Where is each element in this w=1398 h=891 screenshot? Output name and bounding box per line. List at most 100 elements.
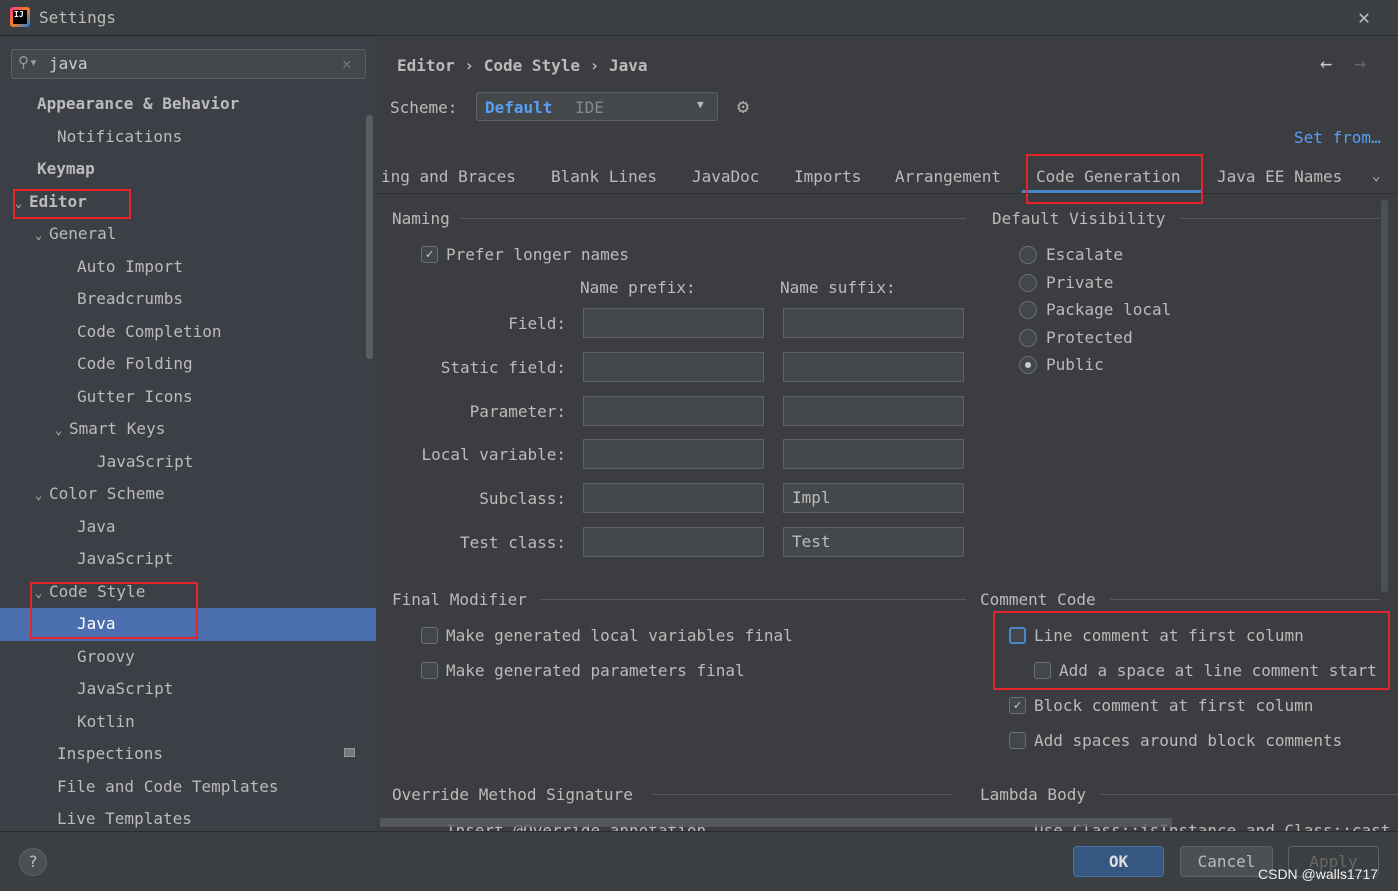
prefer-longer-names-label: Prefer longer names [446,245,630,264]
modified-icon [344,748,355,757]
tree-item[interactable]: Auto Import [0,251,376,284]
close-window-icon[interactable]: ✕ [1358,5,1370,29]
tab-java-ee-names[interactable]: Java EE Names [1217,167,1342,187]
name-prefix-input[interactable] [583,527,764,557]
name-suffix-input[interactable] [783,308,964,338]
tree-item[interactable]: Notifications [0,121,376,154]
chevron-down-icon: ⌄ [35,228,43,242]
prefix-header: Name prefix: [580,278,696,297]
chevron-down-icon[interactable]: ⌄ [1372,168,1380,184]
name-suffix-input[interactable] [783,351,964,382]
tree-item[interactable]: Kotlin [0,706,376,739]
name-prefix-input[interactable] [583,483,764,514]
name-prefix-input[interactable] [583,395,764,426]
tree-item[interactable]: Breadcrumbs [0,283,376,316]
naming-row-label: Parameter: [469,401,566,421]
block-comment-first-column-checkbox[interactable]: ✓ [1009,697,1026,714]
tree-item[interactable]: JavaScript [0,673,376,706]
tree-item-label: Gutter Icons [77,386,193,406]
comment-code-title: Comment Code [980,590,1096,609]
tree-item[interactable]: Code Folding [0,348,376,381]
tree-item[interactable]: Groovy [0,641,376,674]
highlight-comment-code [993,611,1390,690]
visibility-radio[interactable] [1019,301,1037,319]
visibility-radio[interactable] [1019,328,1037,347]
sidebar-scrollbar[interactable] [366,115,373,359]
final-modifier-title: Final Modifier [392,590,527,609]
scheme-type: IDE [575,98,604,117]
horizontal-scrollbar[interactable] [380,818,1172,827]
tree-item[interactable]: ⌄ Smart Keys [0,413,376,446]
chevron-down-icon: ▼ [697,98,704,111]
search-value: java [49,54,88,73]
tab-wrapping-and-braces[interactable]: ing and Braces [381,167,516,187]
chevron-down-icon: ⌄ [35,488,43,502]
name-suffix-input[interactable]: Impl [783,483,964,514]
name-suffix-input[interactable]: Test [783,527,964,557]
tree-item-label: Live Templates [57,809,192,828]
highlight-code-style-java [30,582,198,639]
visibility-radio[interactable] [1019,356,1037,374]
tree-item-label: JavaScript [97,451,194,471]
tree-item[interactable]: JavaScript [0,543,376,576]
tree-item-label: Java [77,516,116,536]
naming-row-label: Subclass: [479,489,566,509]
visibility-radio[interactable] [1019,273,1037,292]
settings-sidebar: ⚲▾ java ✕ Appearance & Behavior Notificat… [0,37,376,831]
visibility-option-label: Private [1046,272,1114,292]
window-title: Settings [39,8,117,27]
forward-arrow-icon[interactable]: → [1354,51,1366,75]
tree-item[interactable]: Keymap [0,153,376,186]
name-prefix-input[interactable] [583,351,764,382]
scheme-dropdown[interactable]: Default IDE ▼ [476,92,718,121]
name-suffix-input[interactable] [783,439,964,470]
gear-icon[interactable]: ⚙ [737,94,749,118]
tree-item[interactable]: Java [0,511,376,544]
tree-item-label: Auto Import [77,256,183,276]
name-prefix-input[interactable] [583,308,764,338]
name-suffix-input[interactable] [783,395,964,426]
block-comment-first-column-label: Block comment at first column [1034,696,1314,715]
final-locals-checkbox[interactable] [421,627,438,644]
name-prefix-input[interactable] [583,439,764,470]
breadcrumb-editor[interactable]: Editor [397,56,455,75]
visibility-radio[interactable] [1019,246,1037,264]
prefer-longer-names-checkbox[interactable]: ✓ [421,246,438,263]
help-button[interactable]: ? [19,848,47,876]
scheme-label: Scheme: [390,98,458,117]
tree-item[interactable]: ⌄ Color Scheme [0,478,376,511]
tree-item-label: JavaScript [77,549,174,568]
tree-item-label: Breadcrumbs [77,289,183,308]
vertical-scrollbar[interactable] [1381,200,1388,592]
tree-item[interactable]: Appearance & Behavior [0,88,376,121]
tree-item-label: JavaScript [77,679,174,698]
intellij-logo-icon: IJ [10,7,30,27]
tree-item[interactable]: Code Completion [0,316,376,349]
back-arrow-icon[interactable]: ← [1320,51,1332,75]
tree-item[interactable]: ⌄ General [0,218,376,251]
tree-item-label: Code Folding [77,354,193,373]
tree-item[interactable]: Inspections [0,738,376,771]
naming-title: Naming [392,209,450,228]
tab-imports[interactable]: Imports [794,167,861,187]
tab-arrangement[interactable]: Arrangement [895,167,1001,187]
breadcrumb-code-style[interactable]: Code Style [484,56,580,75]
final-params-checkbox[interactable] [421,662,438,679]
search-input[interactable]: ⚲▾ java ✕ [11,49,366,79]
tree-item[interactable]: JavaScript [0,446,376,479]
tree-item-label: Kotlin [77,711,135,731]
set-from-link[interactable]: Set from… [1294,128,1381,147]
breadcrumb: Editor › Code Style › Java [397,56,648,75]
ok-button[interactable]: OK [1073,846,1164,877]
tab-javadoc[interactable]: JavaDoc [692,167,759,187]
tree-item[interactable]: Live Templates [0,803,376,831]
tree-item[interactable]: File and Code Templates [0,771,376,804]
close-icon[interactable]: ✕ [342,54,352,73]
scheme-name: Default [485,98,553,117]
spaces-around-block-comments-checkbox[interactable] [1009,732,1026,749]
visibility-option-label: Escalate [1046,245,1124,264]
settings-content: Editor › Code Style › Java ← → Scheme: D… [376,37,1398,831]
override-title: Override Method Signature [392,785,633,804]
tab-blank-lines[interactable]: Blank Lines [551,167,657,187]
tree-item[interactable]: Gutter Icons [0,381,376,414]
